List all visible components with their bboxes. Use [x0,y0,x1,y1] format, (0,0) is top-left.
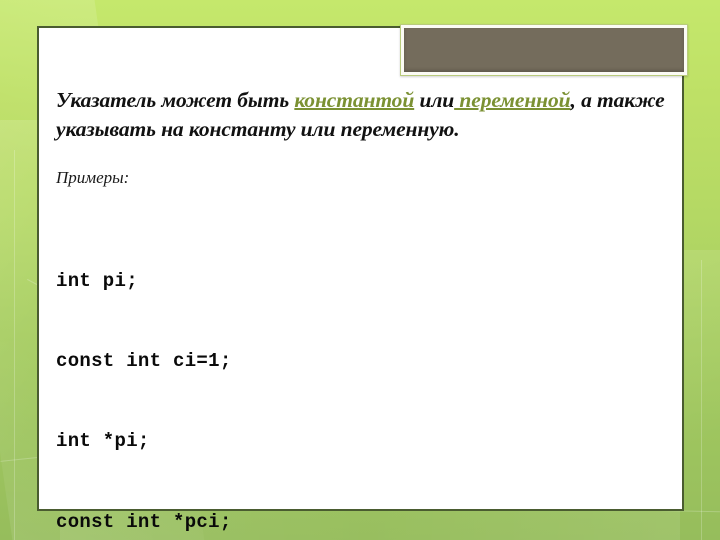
background-hairline-3 [701,260,702,540]
link-constant[interactable]: константой [294,88,414,112]
lead-text-part-1: Указатель может быть [56,88,295,112]
image-placeholder [400,24,688,76]
slide-canvas: Указатель может быть константой или пере… [0,0,720,540]
code-block: int pi; const int ci=1; int *pi; const i… [56,189,668,540]
slide-body: Указатель может быть константой или пере… [56,86,668,540]
code-line: int *pi; [56,430,150,453]
code-line: int pi; [56,269,138,292]
content-card: Указатель может быть константой или пере… [37,24,688,533]
image-placeholder-fill [404,28,684,72]
lead-text-part-2: или [414,88,455,112]
code-line: const int *pci; [56,510,232,533]
background-hairline-1 [14,150,15,540]
examples-label: Примеры: [56,168,130,187]
code-line: const int ci=1; [56,349,232,372]
lead-paragraph: Указатель может быть константой или пере… [56,86,668,144]
link-variable[interactable]: переменной [454,88,570,112]
